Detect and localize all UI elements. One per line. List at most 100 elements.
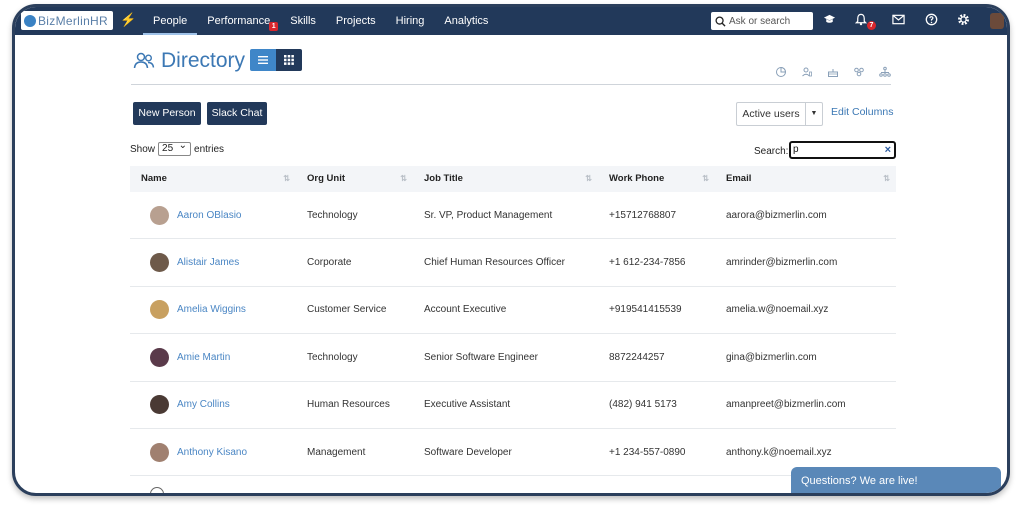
sort-icon: ⇅: [283, 174, 290, 183]
column-label: Name: [141, 173, 167, 184]
column-header-org-unit[interactable]: Org Unit ⇅: [296, 166, 413, 192]
org-unit-cell: Human Resources: [307, 399, 390, 411]
column-header-work-phone[interactable]: Work Phone ⇅: [598, 166, 715, 192]
column-header-name[interactable]: Name ⇅: [130, 166, 296, 192]
app-logo[interactable]: BizMerlinHR: [21, 11, 113, 30]
top-navbar: BizMerlinHR ⚡ People Performance 1 Skills…: [15, 7, 1007, 35]
page-title: Directory: [161, 49, 246, 72]
table-row: Alistair James Corporate Chief Human Res…: [130, 239, 896, 287]
job-title-cell: Senior Software Engineer: [424, 351, 538, 363]
nav-label: Hiring: [395, 15, 425, 27]
email-cell: amelia.w@noemail.xyz: [726, 304, 829, 316]
user-avatar[interactable]: [990, 13, 1004, 29]
show-label: Show: [130, 143, 156, 155]
directory-table: Name ⇅ Org Unit ⇅ Job Title ⇅ Work Phone ⇅ E…: [130, 166, 896, 477]
avatar: [150, 300, 169, 320]
avatar: [150, 205, 169, 225]
search-icon: [715, 15, 726, 27]
email-cell: aarora@bizmerlin.com: [726, 209, 827, 221]
slack-chat-button[interactable]: Slack Chat: [207, 102, 267, 125]
person-name-link[interactable]: Amy Collins: [177, 399, 230, 410]
email-cell: anthony.k@noemail.xyz: [726, 446, 832, 458]
view-toggle: [250, 49, 302, 71]
training-cap-icon[interactable]: [821, 13, 837, 29]
column-label: Email: [726, 173, 752, 184]
global-search-input[interactable]: Ask or search: [711, 12, 813, 30]
team-icon[interactable]: [853, 65, 865, 77]
table-row: Aaron OBlasio Technology Sr. VP, Product…: [130, 192, 896, 240]
performance-badge: 1: [269, 22, 279, 31]
person-name-link[interactable]: Anthony Kisano: [177, 447, 247, 458]
work-phone-cell: +919541415539: [609, 304, 682, 316]
header-divider: [131, 84, 891, 85]
mail-icon[interactable]: [890, 13, 906, 29]
sort-icon: ⇅: [702, 174, 709, 183]
nav-item-skills[interactable]: Skills: [280, 7, 326, 35]
notification-count-badge: 7: [867, 21, 876, 30]
clear-search-icon[interactable]: ×: [885, 143, 891, 157]
nav-item-people[interactable]: People: [143, 7, 198, 35]
column-header-job-title[interactable]: Job Title ⇅: [413, 166, 598, 192]
edit-columns-link[interactable]: Edit Columns: [831, 106, 893, 118]
quick-actions-bolt-icon[interactable]: ⚡: [120, 12, 136, 28]
table-header: Name ⇅ Org Unit ⇅ Job Title ⇅ Work Phone ⇅ E…: [130, 166, 896, 192]
person-name-link[interactable]: Amelia Wiggins: [177, 304, 246, 315]
nav-item-hiring[interactable]: Hiring: [386, 7, 435, 35]
table-row: Anthony Kisano Management Software Devel…: [130, 429, 896, 477]
nav-item-analytics[interactable]: Analytics: [434, 7, 498, 35]
org-unit-cell: Management: [307, 446, 366, 458]
entries-select[interactable]: 25: [158, 140, 192, 156]
avatar: [150, 395, 169, 415]
nav-label: Projects: [335, 15, 376, 27]
sort-icon: ⇅: [883, 174, 890, 183]
app-window: BizMerlinHR ⚡ People Performance 1 Skills…: [12, 4, 1010, 496]
org-unit-cell: Corporate: [307, 257, 352, 269]
avatar: [150, 253, 169, 273]
org-chart-icon[interactable]: [879, 65, 891, 77]
person-name-link[interactable]: Aaron OBlasio: [177, 210, 241, 221]
table-search-input[interactable]: p ×: [789, 141, 896, 159]
org-unit-cell: Technology: [307, 209, 358, 221]
main-nav: People Performance 1 Skills Projects Hiri…: [143, 7, 498, 35]
entries-control: Show 25 entries: [130, 140, 225, 156]
org-unit-cell: Technology: [307, 351, 358, 363]
avatar: [150, 442, 169, 462]
table-row: Amy Collins Human Resources Executive As…: [130, 382, 896, 429]
live-chat-button[interactable]: Questions? We are live!: [791, 467, 1001, 493]
nav-item-projects[interactable]: Projects: [326, 7, 386, 35]
work-phone-cell: 8872244257: [609, 351, 665, 363]
active-users-select[interactable]: Active users: [736, 102, 806, 126]
logo-mark-icon: [24, 14, 36, 27]
list-view-button[interactable]: [250, 49, 276, 71]
grid-view-button[interactable]: [276, 49, 302, 71]
search-placeholder: Ask or search: [729, 15, 791, 27]
avatar: [150, 347, 169, 367]
sort-icon: ⇅: [400, 174, 407, 183]
people-icon: [133, 52, 155, 69]
email-cell: gina@bizmerlin.com: [726, 351, 817, 363]
table-row: Amie Martin Technology Senior Software E…: [130, 334, 896, 382]
new-person-button[interactable]: New Person: [133, 102, 201, 125]
column-header-email[interactable]: Email ⇅: [715, 166, 896, 192]
help-icon[interactable]: [923, 13, 939, 29]
column-label: Job Title: [424, 173, 463, 184]
cake-icon[interactable]: [827, 65, 839, 77]
grid-icon: [284, 55, 294, 65]
gear-icon[interactable]: [955, 13, 971, 29]
active-users-caret-button[interactable]: ▼: [805, 102, 823, 126]
work-phone-cell: (482) 941 5173: [609, 399, 677, 411]
table-search-label: Search:: [754, 146, 789, 157]
nav-label: Analytics: [444, 15, 489, 27]
entries-label: entries: [194, 143, 225, 155]
person-name-link[interactable]: Amie Martin: [177, 352, 230, 363]
column-label: Work Phone: [609, 173, 665, 184]
people-chart-icon[interactable]: [801, 65, 813, 77]
nav-item-performance[interactable]: Performance 1: [197, 7, 280, 35]
person-name-link[interactable]: Alistair James: [177, 257, 239, 268]
pie-chart-icon[interactable]: [775, 65, 787, 77]
nav-label: Performance: [207, 15, 271, 27]
email-cell: amanpreet@bizmerlin.com: [726, 399, 846, 411]
column-label: Org Unit: [307, 173, 345, 184]
analytics-shortcuts: [775, 65, 891, 77]
partial-avatar-placeholder: [150, 487, 164, 493]
